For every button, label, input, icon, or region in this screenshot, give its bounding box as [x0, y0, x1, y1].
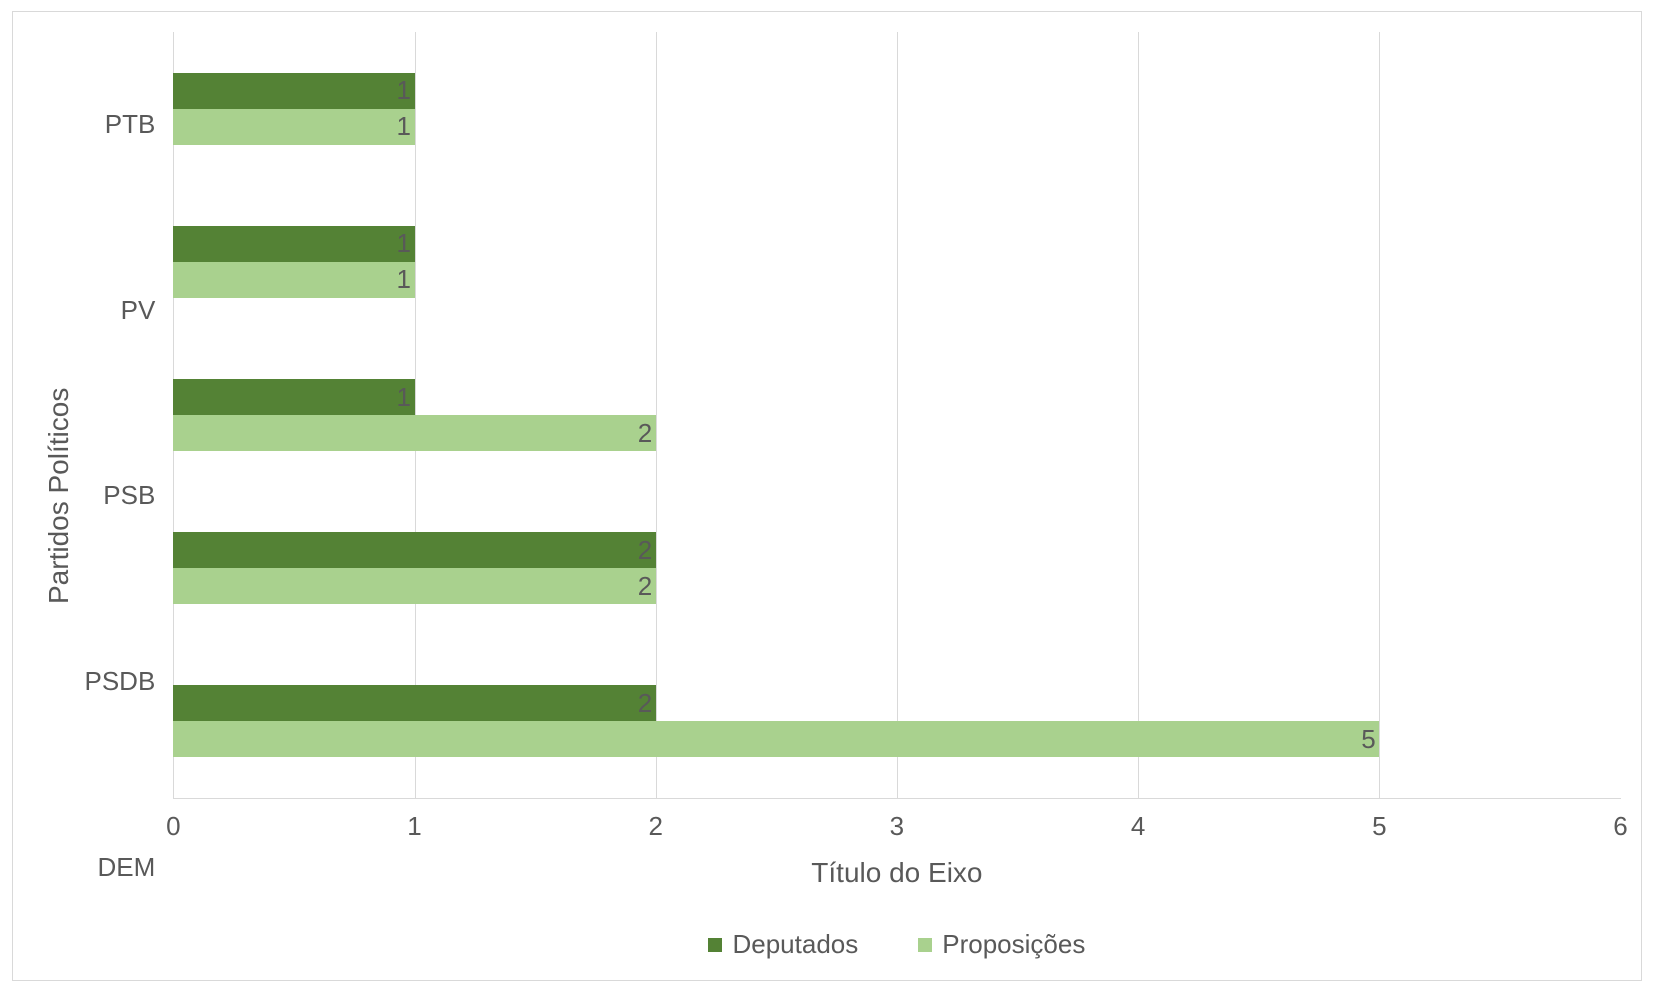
- plot-area: 1 1 1: [173, 32, 1620, 799]
- bar-fill: [173, 685, 655, 721]
- x-tick: 0: [166, 811, 180, 842]
- x-tick: 6: [1613, 811, 1627, 842]
- bar-fill: [173, 73, 414, 109]
- bar-value-label: 2: [632, 535, 652, 566]
- bar-proposicoes-pv: 1: [173, 262, 1620, 298]
- bar-deputados-dem: 2: [173, 685, 1620, 721]
- bar-deputados-psb: 1: [173, 379, 1620, 415]
- legend-swatch-icon: [918, 938, 932, 952]
- bar-value-label: 1: [391, 111, 411, 142]
- bar-value-label: 2: [632, 418, 652, 449]
- bar-deputados-pv: 1: [173, 226, 1620, 262]
- bar-proposicoes-psdb: 2: [173, 568, 1620, 604]
- bar-value-label: 2: [632, 571, 652, 602]
- chart-body: Partidos Políticos PTB PV PSB PSDB DEM: [33, 32, 1621, 960]
- bar-value-label: 5: [1355, 724, 1375, 755]
- y-tick: DEM: [85, 774, 156, 960]
- legend-swatch-icon: [708, 938, 722, 952]
- y-tick: PSDB: [85, 589, 156, 775]
- x-tick: 5: [1372, 811, 1386, 842]
- bar-fill: [173, 721, 1379, 757]
- y-tick: PSB: [85, 403, 156, 589]
- y-tick: PTB: [85, 32, 156, 218]
- y-tick: PV: [85, 218, 156, 404]
- legend-item-proposicoes: Proposições: [918, 929, 1085, 960]
- chart-container: Partidos Políticos PTB PV PSB PSDB DEM: [12, 11, 1642, 981]
- bar-fill: [173, 109, 414, 145]
- x-tick: 4: [1131, 811, 1145, 842]
- bar-value-label: 1: [391, 75, 411, 106]
- y-axis-tick-labels: PTB PV PSB PSDB DEM: [85, 32, 174, 960]
- bar-fill: [173, 568, 655, 604]
- bar-proposicoes-psb: 2: [173, 415, 1620, 451]
- bar-deputados-ptb: 1: [173, 73, 1620, 109]
- bar-group-ptb: 1 1: [173, 32, 1620, 185]
- legend-label: Deputados: [732, 929, 858, 960]
- bar-fill: [173, 262, 414, 298]
- x-axis-tick-labels: 0 1 2 3 4 5 6: [173, 799, 1620, 839]
- bar-fill: [173, 415, 655, 451]
- x-tick: 1: [407, 811, 421, 842]
- y-axis-title: Partidos Políticos: [33, 32, 85, 960]
- x-tick: 2: [648, 811, 662, 842]
- bar-proposicoes-ptb: 1: [173, 109, 1620, 145]
- bar-deputados-psdb: 2: [173, 532, 1620, 568]
- bars: 1 1 1: [173, 32, 1620, 798]
- bar-fill: [173, 226, 414, 262]
- bar-value-label: 1: [391, 264, 411, 295]
- plot-wrap: 1 1 1: [173, 32, 1620, 960]
- legend-item-deputados: Deputados: [708, 929, 858, 960]
- bar-group-psdb: 2 2: [173, 492, 1620, 645]
- bar-group-pv: 1 1: [173, 185, 1620, 338]
- bar-group-psb: 1 2: [173, 338, 1620, 491]
- legend: Deputados Proposições: [173, 889, 1620, 960]
- x-axis-title: Título do Eixo: [173, 839, 1620, 889]
- bar-fill: [173, 532, 655, 568]
- bar-value-label: 1: [391, 382, 411, 413]
- legend-label: Proposições: [942, 929, 1085, 960]
- bar-proposicoes-dem: 5: [173, 721, 1620, 757]
- bar-value-label: 1: [391, 228, 411, 259]
- bar-fill: [173, 379, 414, 415]
- bar-value-label: 2: [632, 688, 652, 719]
- x-tick: 3: [890, 811, 904, 842]
- bar-group-dem: 2 5: [173, 645, 1620, 798]
